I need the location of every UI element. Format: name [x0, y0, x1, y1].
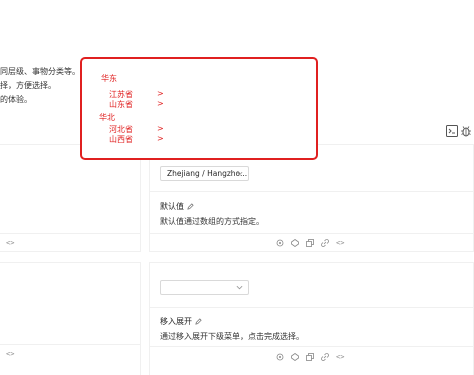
chevron-down-icon — [236, 171, 243, 176]
chevron-down-icon — [236, 285, 243, 290]
link-icon[interactable] — [321, 239, 329, 247]
chevron-right-icon: > — [157, 89, 164, 98]
codesandbox-icon[interactable] — [276, 353, 284, 361]
section-title-text: 默认值 — [160, 202, 184, 211]
dropdown-option[interactable]: 山西省 — [109, 134, 133, 145]
cascader-default[interactable]: Zhejiang / Hangzho... — [160, 166, 249, 181]
codepen-icon[interactable] — [291, 353, 299, 361]
intro-line-2: 择，方便选择。 — [0, 81, 56, 90]
chevron-right-icon: > — [157, 99, 164, 108]
chevron-right-icon: > — [157, 134, 164, 143]
card-divider — [150, 191, 474, 192]
cascader-hover[interactable] — [160, 280, 249, 295]
card-divider — [150, 307, 474, 308]
code-expand-icon[interactable]: <> — [6, 350, 14, 358]
section-title-hover: 移入展开 — [160, 316, 202, 327]
edit-icon[interactable] — [195, 318, 202, 325]
link-icon[interactable] — [321, 353, 329, 361]
bug-icon[interactable] — [460, 125, 472, 137]
copy-icon[interactable] — [306, 353, 314, 361]
dropdown-option[interactable]: 山东省 — [109, 99, 133, 110]
dropdown-group-label: 华北 — [99, 113, 115, 122]
intro-line-3: 的体验。 — [0, 95, 32, 104]
codesandbox-icon[interactable] — [276, 239, 284, 247]
demo-card-left-2 — [0, 262, 141, 375]
edit-icon[interactable] — [187, 203, 194, 210]
card-divider — [0, 344, 140, 345]
demo-card-left-1 — [0, 144, 141, 252]
intro-line-1: 同层级、事物分类等。 — [0, 67, 80, 76]
card-divider — [0, 233, 140, 234]
section-description: 默认值通过数组的方式指定。 — [160, 217, 264, 226]
card-divider — [150, 233, 474, 234]
section-title-default: 默认值 — [160, 201, 194, 212]
dropdown-group-label: 华东 — [101, 74, 117, 83]
section-description: 通过移入展开下级菜单，点击完成选择。 — [160, 332, 304, 341]
card-divider — [150, 346, 474, 347]
copy-icon[interactable] — [306, 239, 314, 247]
cascader-dropdown-panel: 华东 江苏省 > 山东省 > 华北 河北省 > 山西省 > — [80, 57, 318, 160]
terminal-icon[interactable] — [446, 125, 458, 137]
section-title-text: 移入展开 — [160, 317, 192, 326]
demo-card-default-value — [149, 144, 474, 252]
chevron-right-icon: > — [157, 124, 164, 133]
code-expand-icon[interactable]: <> — [336, 239, 344, 247]
code-expand-icon[interactable]: <> — [6, 239, 14, 247]
code-expand-icon[interactable]: <> — [336, 353, 344, 361]
codepen-icon[interactable] — [291, 239, 299, 247]
